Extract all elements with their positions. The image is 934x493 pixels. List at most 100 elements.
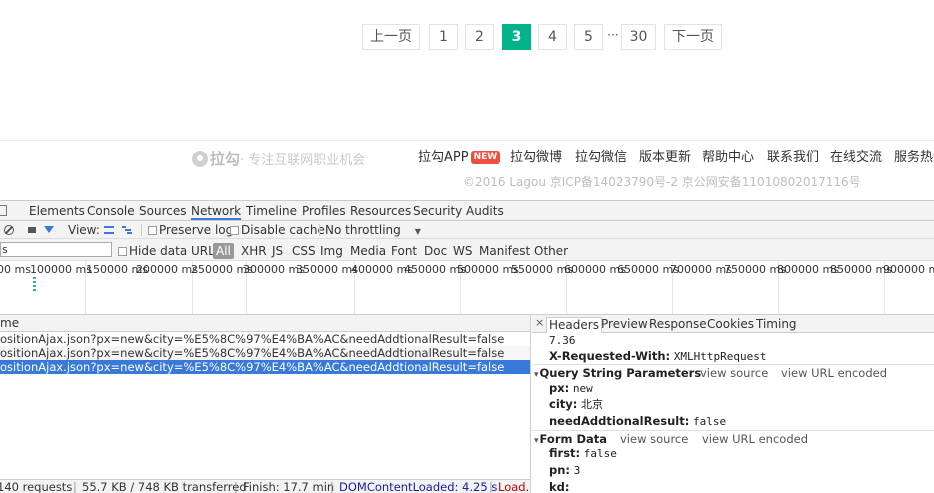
network-overview[interactable]: 00 ms 100000 ms 150000 ms 200000 ms 2500… [0, 261, 934, 315]
filter-icon[interactable] [44, 226, 54, 233]
toolbar-separator [141, 224, 142, 236]
filter-type-img[interactable]: Img [320, 243, 343, 259]
filter-bar: s Hide data URLs All XHR JS CSS Img Medi… [0, 239, 934, 261]
timeline-label: 500000 ms [457, 263, 519, 276]
details-tab-headers[interactable]: Headers [546, 317, 602, 333]
web-page: 上一页 1 2 3 4 5 ··· 30 下一页 拉勾· 专注互联网职业机会 拉… [0, 0, 934, 200]
details-tab-response[interactable]: Response [649, 317, 707, 333]
hide-data-urls-checkbox[interactable]: Hide data URLs [118, 243, 221, 259]
finish-time: Finish: 17.7 min [243, 480, 335, 493]
tab-resources[interactable]: Resources [350, 203, 411, 220]
query-string-parameters-title[interactable]: Query String Parameters [534, 366, 702, 382]
form-field-pn: pn: 3 [549, 463, 581, 477]
request-details-panel: × Headers Preview Response Cookies Timin… [532, 315, 934, 493]
footer-link-update[interactable]: 版本更新 [639, 148, 691, 168]
new-badge: NEW [470, 151, 501, 164]
last-page-button[interactable]: 30 [621, 24, 656, 50]
footer-divider [0, 140, 934, 141]
tab-audits[interactable]: Audits [466, 203, 504, 220]
page-4-button[interactable]: 4 [538, 24, 567, 50]
form-view-url-encoded-link[interactable]: view URL encoded [702, 432, 808, 446]
timeline-label: 350000 ms [296, 263, 358, 276]
tab-security[interactable]: Security [413, 203, 462, 220]
request-count: 140 requests [0, 480, 73, 493]
filter-input[interactable]: s [0, 242, 112, 257]
prev-page-button[interactable]: 上一页 [362, 24, 420, 50]
request-row-selected[interactable]: ositionAjax.json?px=new&city=%E5%8C%97%E… [0, 360, 530, 374]
footer-link-help[interactable]: 帮助中心 [702, 148, 754, 168]
status-separator: | [73, 480, 77, 493]
hide-data-urls-check[interactable] [118, 247, 127, 256]
throttling-select[interactable]: No throttling ▼ [325, 222, 421, 238]
clear-icon[interactable] [4, 225, 14, 235]
tab-sources[interactable]: Sources [139, 203, 186, 220]
filter-type-font[interactable]: Font [391, 243, 417, 259]
timeline-label: 700000 ms [670, 263, 732, 276]
footer-link-chat[interactable]: 在线交流 [830, 148, 882, 168]
filter-type-doc[interactable]: Doc [424, 243, 447, 259]
view-label: View: [68, 223, 100, 237]
qsp-view-url-encoded-link[interactable]: view URL encoded [781, 366, 887, 380]
preserve-log-check[interactable] [148, 226, 157, 235]
filter-type-all[interactable]: All [213, 243, 234, 259]
page-2-button[interactable]: 2 [465, 24, 494, 50]
close-icon[interactable]: × [535, 316, 544, 329]
partial-header-value: 7.36 [549, 334, 576, 347]
filter-type-xhr[interactable]: XHR [241, 243, 267, 259]
transferred-size: 55.7 KB / 748 KB transferred [82, 480, 247, 493]
footer-link-weibo[interactable]: 拉勾微博 [510, 148, 562, 168]
tab-profiles[interactable]: Profiles [302, 203, 346, 220]
pagination-ellipsis: ··· [607, 28, 619, 42]
footer-logo: 拉勾· 专注互联网职业机会 [192, 150, 365, 168]
header-x-requested-with: X-Requested-With: XMLHttpRequest [549, 349, 767, 363]
preserve-log-checkbox[interactable]: Preserve log [148, 222, 233, 238]
name-column-header[interactable]: me [0, 315, 530, 332]
details-tab-preview[interactable]: Preview [601, 317, 648, 333]
timeline-label: 100000 ms [30, 263, 92, 276]
footer-link-weixin[interactable]: 拉勾微信 [575, 148, 627, 168]
form-view-source-link[interactable]: view source [620, 432, 688, 446]
request-row[interactable]: ositionAjax.json?px=new&city=%E5%8C%97%E… [0, 332, 530, 346]
footer-link-hotline[interactable]: 服务热线 [894, 148, 934, 168]
filter-type-manifest[interactable]: Manifest [479, 243, 530, 259]
param-city: city: 北京 [549, 397, 604, 411]
tab-elements[interactable]: Elements [29, 203, 85, 220]
large-rows-icon[interactable] [104, 226, 114, 234]
disable-cache-checkbox[interactable]: Disable cache [230, 222, 325, 238]
filter-type-ws[interactable]: WS [453, 243, 472, 259]
details-tab-timing[interactable]: Timing [756, 317, 797, 333]
page-1-button[interactable]: 1 [429, 24, 458, 50]
logo-text: 拉勾 [210, 150, 241, 168]
details-tab-cookies[interactable]: Cookies [707, 317, 754, 333]
dock-icon[interactable] [0, 205, 7, 216]
filter-type-other[interactable]: Other [534, 243, 568, 259]
toolbar-separator [319, 224, 320, 236]
tab-timeline[interactable]: Timeline [246, 203, 297, 220]
request-row[interactable]: ositionAjax.json?px=new&city=%E5%8C%97%E… [0, 346, 530, 360]
network-toolbar: View: Preserve log Disable cache No thro… [0, 221, 934, 239]
status-separator: | [330, 480, 334, 493]
param-needaddtionalresult: needAddtionalResult: false [549, 414, 727, 428]
page-5-button[interactable]: 5 [574, 24, 603, 50]
domcontentloaded-time: DOMContentLoaded: 4.25 s [339, 480, 498, 493]
filter-type-js[interactable]: JS [272, 243, 283, 259]
capture-screenshots-icon[interactable] [28, 227, 36, 233]
page-3-button-current[interactable]: 3 [502, 24, 531, 50]
tab-network[interactable]: Network [191, 203, 242, 220]
disable-cache-check[interactable] [230, 226, 239, 235]
tab-console[interactable]: Console [87, 203, 135, 220]
next-page-button[interactable]: 下一页 [664, 24, 722, 50]
footer-link-app[interactable]: 拉勾APP NEW [418, 148, 501, 168]
lagou-logo-icon [192, 151, 208, 167]
timeline-request-marker [33, 277, 36, 291]
qsp-view-source-link[interactable]: view source [700, 366, 768, 380]
filter-type-media[interactable]: Media [350, 243, 386, 259]
filter-type-css[interactable]: CSS [292, 243, 316, 259]
footer-link-contact[interactable]: 联系我们 [767, 148, 819, 168]
load-time: Load... [498, 480, 530, 493]
form-field-kd: kd: [549, 480, 570, 493]
devtools-tabbar: Elements Console Sources Network Timelin… [0, 201, 934, 221]
requests-table: me ositionAjax.json?px=new&city=%E5%8C%9… [0, 315, 531, 481]
overview-icon[interactable] [122, 225, 132, 234]
status-separator: | [234, 480, 238, 493]
